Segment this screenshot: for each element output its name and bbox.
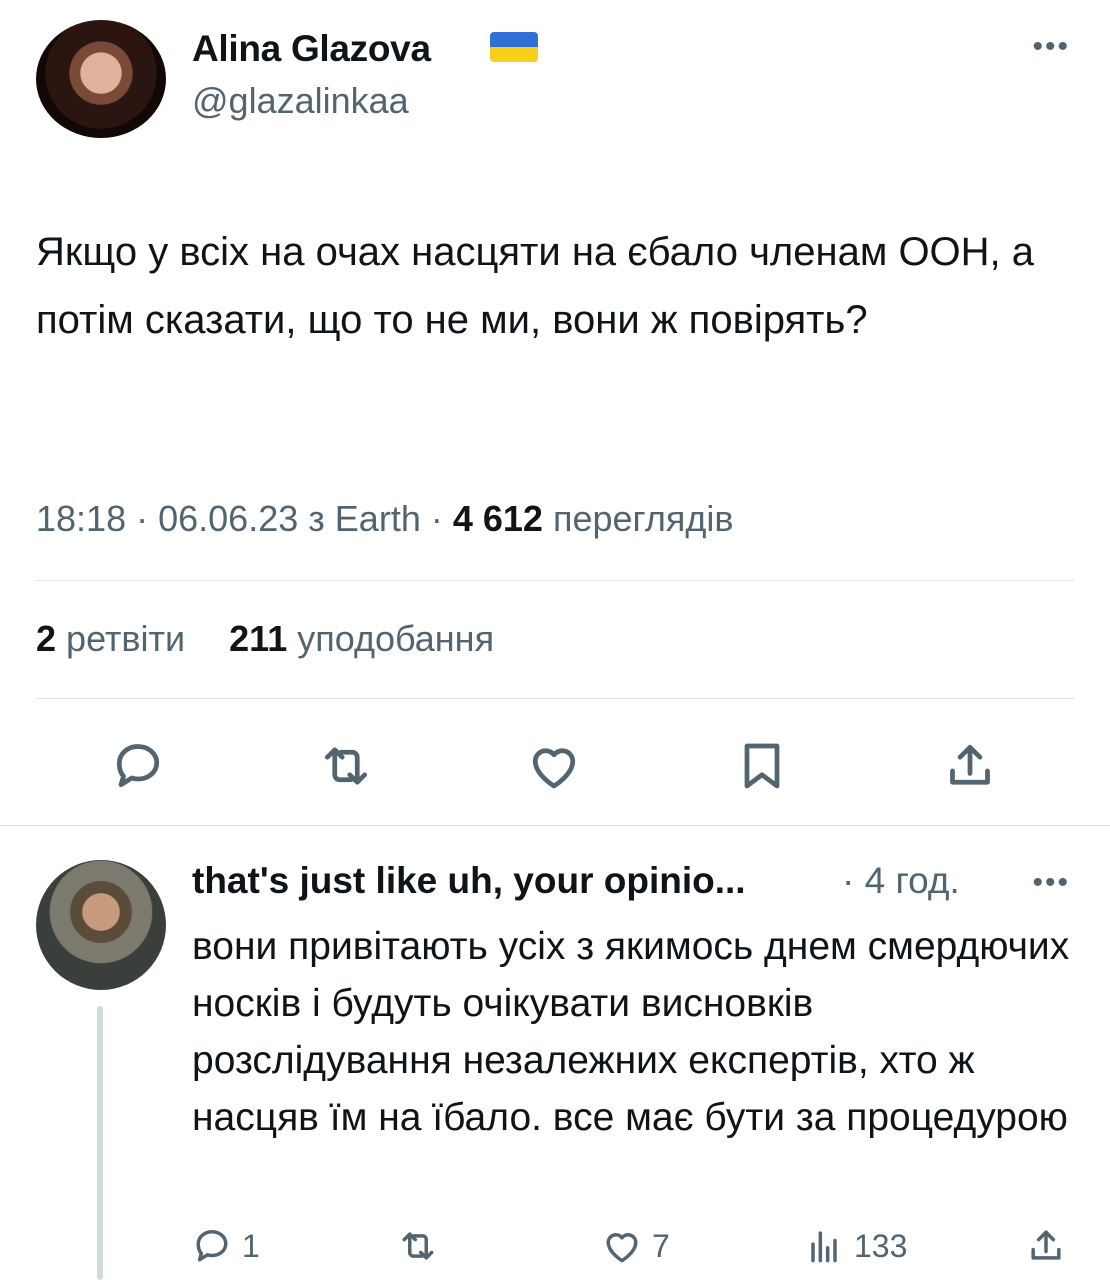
divider (36, 580, 1074, 581)
reply-share-button[interactable] (1024, 1222, 1068, 1270)
author-name[interactable]: Alina Glazova (192, 28, 431, 70)
tweet-meta: 18:18 · 06.06.23 з Earth · 4 612 перегля… (36, 498, 734, 539)
like-button[interactable] (524, 736, 584, 796)
reply-actions: 1 7 133 (0, 1222, 1110, 1270)
likes-count: 211 (229, 618, 288, 659)
reply-author-avatar[interactable] (36, 860, 166, 990)
retweet-icon (324, 747, 368, 785)
reply-more-options-icon[interactable]: ••• (1032, 866, 1070, 900)
reply-views-count: 133 (854, 1227, 908, 1264)
share-icon (1031, 1230, 1061, 1260)
reply-likes-count: 7 (652, 1227, 670, 1264)
reply-time-value: 4 год. (864, 860, 960, 901)
reply-time[interactable]: · 4 год. (842, 860, 960, 902)
bookmark-button[interactable] (732, 736, 792, 796)
tweet-time[interactable]: 18:18 (36, 498, 126, 539)
tweet-stats: 2 ретвіти 211 уподобання (36, 618, 494, 660)
tweet-text: Якщо у всіх на очах насцяти на єбало чле… (36, 230, 1035, 342)
like-icon (532, 748, 576, 789)
source-prefix: з (308, 498, 325, 539)
retweets-count: 2 (36, 618, 57, 659)
more-options-icon[interactable]: ••• (1032, 30, 1070, 64)
reply-replies-count: 1 (242, 1227, 260, 1264)
views-count: 4 612 (452, 498, 543, 539)
tweet-actions (0, 736, 1110, 796)
views-label: переглядів (552, 498, 734, 539)
like-icon (606, 1233, 638, 1263)
reply-views-button[interactable]: 133 (802, 1222, 907, 1270)
retweet-icon (402, 1232, 434, 1260)
reply-reply-button[interactable]: 1 (190, 1222, 260, 1270)
share-icon (950, 744, 990, 785)
reply-icon (196, 1229, 228, 1262)
reply-retweet-button[interactable] (396, 1222, 440, 1270)
tweet-source[interactable]: Earth (335, 498, 421, 539)
tweet-detail-page: Alina Glazova @glazalinkaa ••• Якщо у вс… (0, 0, 1110, 1280)
retweet-button[interactable] (316, 736, 376, 796)
bookmark-icon (744, 743, 780, 789)
reply-icon (116, 744, 160, 788)
reply-like-button[interactable]: 7 (600, 1222, 670, 1270)
divider (36, 698, 1074, 699)
tweet-date[interactable]: 06.06.23 (158, 498, 298, 539)
retweets-label: ретвіти (66, 618, 186, 659)
reply-button[interactable] (108, 736, 168, 796)
likes-label: уподобання (297, 618, 495, 659)
likes-stat[interactable]: 211 уподобання (229, 618, 494, 659)
author-handle[interactable]: @glazalinkaa (192, 80, 409, 122)
reply-author-name[interactable]: that's just like uh, your opinio... (192, 860, 746, 902)
author-avatar[interactable] (36, 20, 166, 138)
divider (0, 825, 1110, 826)
reply-text: вони привітають усіх з якимось днем смер… (192, 925, 1070, 1139)
views-icon (811, 1231, 837, 1263)
retweets-stat[interactable]: 2 ретвіти (36, 618, 195, 659)
share-button[interactable] (940, 736, 1000, 796)
ukraine-flag-icon (490, 32, 538, 62)
